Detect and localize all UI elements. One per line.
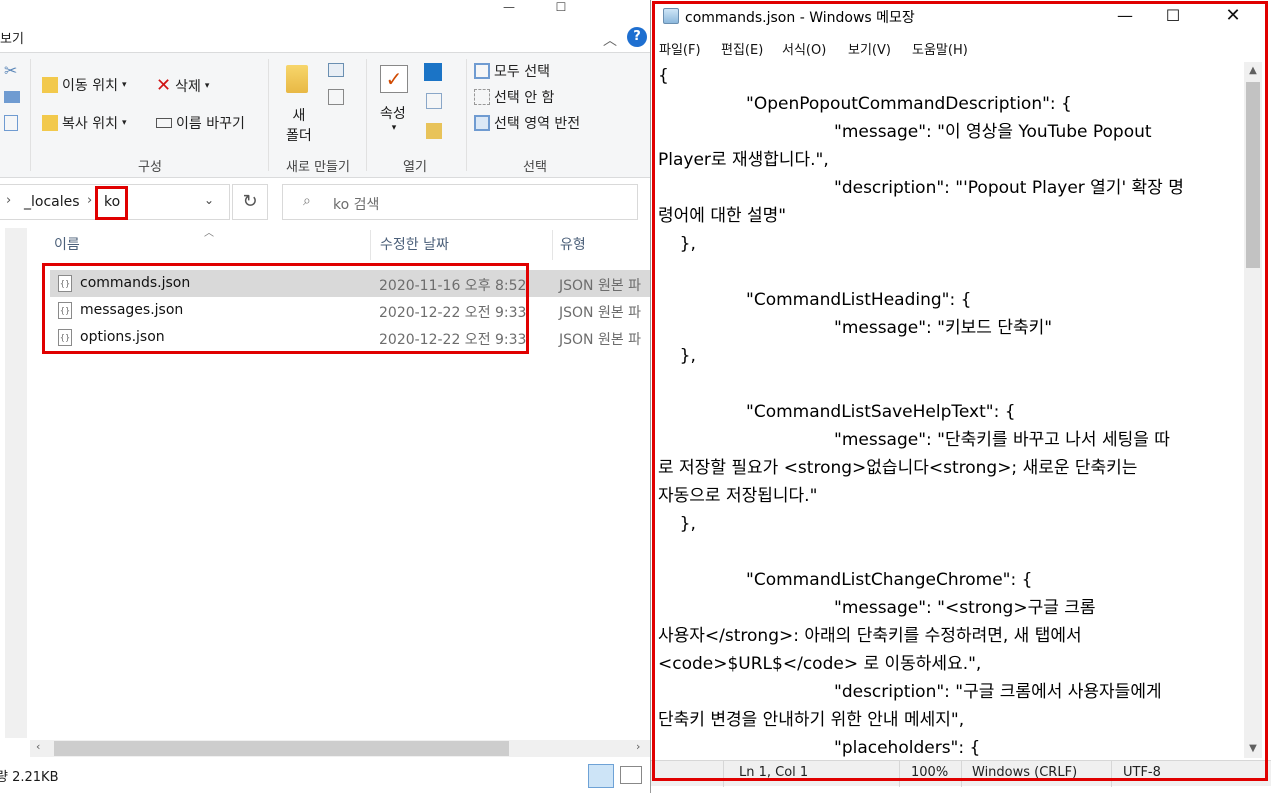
folder-icon [286, 65, 308, 93]
new-folder-button[interactable]: 새 폴더 [286, 65, 312, 145]
nav-pane-scrollbar[interactable] [5, 228, 27, 738]
rename-button[interactable]: 이름 바꾸기 [156, 113, 245, 133]
highlight-file-list [42, 263, 529, 354]
select-none-button[interactable]: 선택 안 함 [474, 87, 554, 107]
breadcrumb-locales[interactable]: _locales [24, 194, 80, 210]
select-all-icon [474, 63, 490, 79]
properties-button[interactable]: ✓ 속성 ▾ [380, 65, 408, 133]
group-organize-label: 구성 [138, 160, 162, 175]
copy-to-button[interactable]: 복사 위치 ▾ [42, 113, 127, 133]
rename-icon [156, 118, 172, 128]
collapse-ribbon-icon[interactable]: ︿ [603, 30, 617, 50]
edit-icon[interactable] [426, 93, 442, 109]
properties-icon: ✓ [380, 65, 408, 93]
delete-button[interactable]: ✕ 삭제 ▾ [156, 75, 209, 96]
maximize-button[interactable]: ☐ [538, 0, 584, 18]
scroll-left-icon[interactable]: ‹ [36, 740, 40, 753]
paste-shortcut-icon[interactable] [4, 115, 18, 131]
help-icon[interactable]: ? [627, 27, 647, 47]
easy-access-icon[interactable] [328, 89, 344, 105]
column-name[interactable]: 이름 [54, 234, 80, 254]
vscode-icon[interactable] [424, 63, 442, 81]
details-view-icon[interactable] [588, 764, 614, 788]
file-explorer-window: — ☐ 보기 ︿ ? ✂ 이동 위치 ▾ 복사 위치 ▾ ✕ 삭제 ▾ 이름 바꾸기 … [0, 0, 650, 793]
ribbon: ✂ 이동 위치 ▾ 복사 위치 ▾ ✕ 삭제 ▾ 이름 바꾸기 구성 새 폴더 새로 [0, 52, 650, 178]
cut-icon[interactable]: ✂ [4, 61, 17, 80]
scroll-thumb[interactable] [54, 741, 509, 756]
copy-path-icon[interactable] [4, 91, 20, 103]
horizontal-scrollbar[interactable]: ‹ › [30, 740, 650, 757]
group-new-label: 새로 만들기 [286, 160, 350, 175]
delete-icon: ✕ [156, 75, 172, 96]
minimize-button[interactable]: — [486, 0, 532, 18]
highlight-notepad [652, 1, 1268, 781]
new-item-icon[interactable] [328, 63, 344, 77]
copy-to-icon [42, 115, 58, 131]
group-open-label: 열기 [403, 160, 427, 175]
select-all-button[interactable]: 모두 선택 [474, 61, 550, 81]
move-to-icon [42, 77, 58, 93]
column-type[interactable]: 유형 [560, 234, 586, 254]
large-icons-view-icon[interactable] [620, 766, 642, 784]
invert-selection-icon [474, 115, 490, 131]
history-icon[interactable] [426, 123, 442, 139]
notepad-window: commands.json - Windows 메모장 — ☐ ✕ 파일(F) … [650, 0, 1271, 793]
move-to-button[interactable]: 이동 위치 ▾ [42, 75, 127, 95]
column-modified[interactable]: 수정한 날짜 [380, 234, 449, 254]
select-none-icon [474, 89, 490, 105]
refresh-button[interactable]: ↻ [232, 184, 268, 220]
invert-selection-button[interactable]: 선택 영역 반전 [474, 113, 580, 133]
scroll-right-icon[interactable]: › [636, 740, 640, 753]
sort-ascending-icon: ︿ [204, 228, 214, 239]
refresh-icon: ↻ [242, 191, 258, 212]
explorer-status-bar: 량 2.21KB [0, 760, 650, 793]
search-input[interactable]: ⌕ ko 검색 [282, 184, 638, 220]
group-select-label: 선택 [523, 160, 547, 175]
tab-view[interactable]: 보기 [0, 28, 24, 47]
highlight-ko-folder [95, 186, 128, 220]
search-icon: ⌕ [303, 193, 311, 209]
chevron-down-icon[interactable]: ⌄ [204, 193, 214, 207]
